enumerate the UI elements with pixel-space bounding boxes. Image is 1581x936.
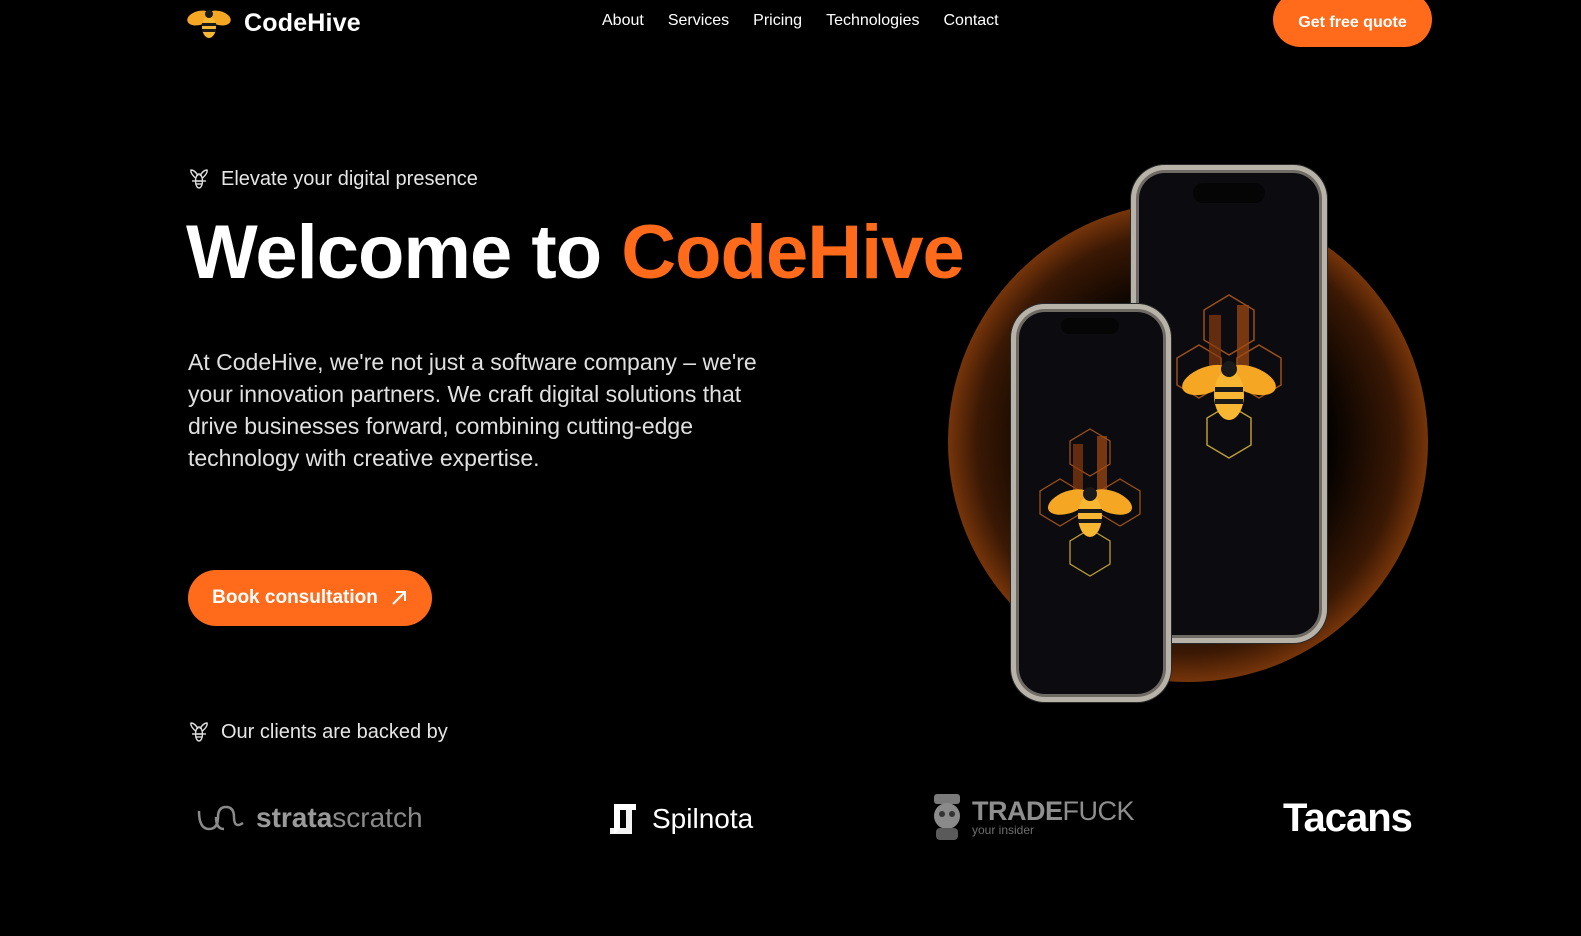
book-consultation-label: Book consultation — [212, 587, 378, 608]
clients-heading: Our clients are backed by — [188, 720, 448, 744]
client-logo-tacans: Tacans — [1283, 796, 1413, 840]
clients-heading-text: Our clients are backed by — [221, 720, 448, 743]
bee-logo-icon — [187, 10, 231, 38]
hero-title-prefix: Welcome to — [186, 210, 602, 295]
brand-name: CodeHive — [244, 8, 361, 37]
nav-services[interactable]: Services — [668, 12, 729, 30]
bee-outline-icon — [190, 722, 208, 742]
client-logo-stratascratch: strata scratch — [196, 802, 423, 834]
tradefuck-rest: FUCK — [1062, 795, 1135, 826]
phone-front — [1011, 304, 1171, 702]
spilnota-mark-icon — [610, 804, 636, 834]
get-free-quote-button[interactable]: Get free quote — [1273, 0, 1432, 47]
tradefuck-bold: TRADE — [972, 795, 1063, 826]
hero-title-accent: CodeHive — [621, 210, 965, 295]
nav-technologies[interactable]: Technologies — [826, 12, 919, 30]
tradefuck-tagline: your insider — [972, 822, 1035, 837]
client-logos: strata scratch Spilnota TRADEFUCK your in… — [0, 790, 1581, 860]
bee-illustration-icon — [1176, 294, 1282, 459]
brand-logo[interactable]: CodeHive — [186, 6, 361, 40]
client-logo-spilnota: Spilnota — [606, 802, 753, 836]
hero-eyebrow-text: Elevate your digital presence — [221, 167, 478, 190]
tradefuck-mascot-icon — [934, 794, 960, 840]
bee-outline-icon — [190, 169, 208, 189]
spilnota-name: Spilnota — [652, 803, 754, 834]
stratascratch-rest: scratch — [332, 802, 423, 833]
bee-illustration-small-icon — [1039, 428, 1141, 577]
nav-contact[interactable]: Contact — [943, 12, 998, 30]
nav-about[interactable]: About — [602, 12, 644, 30]
book-consultation-button[interactable]: Book consultation — [188, 570, 432, 626]
stratascratch-bold: strata — [256, 802, 333, 833]
stratascratch-mark-icon — [197, 805, 244, 831]
nav-pricing[interactable]: Pricing — [753, 12, 802, 30]
hero-eyebrow: Elevate your digital presence — [188, 167, 478, 191]
main-nav: About Services Pricing Technologies Cont… — [602, 12, 999, 30]
hero-description: At CodeHive, we're not just a software c… — [188, 349, 757, 471]
hero-title: Welcome to CodeHive — [186, 208, 965, 298]
arrow-up-right-icon — [392, 591, 406, 605]
client-logo-tradefuck: TRADEFUCK your insider — [928, 790, 1134, 842]
